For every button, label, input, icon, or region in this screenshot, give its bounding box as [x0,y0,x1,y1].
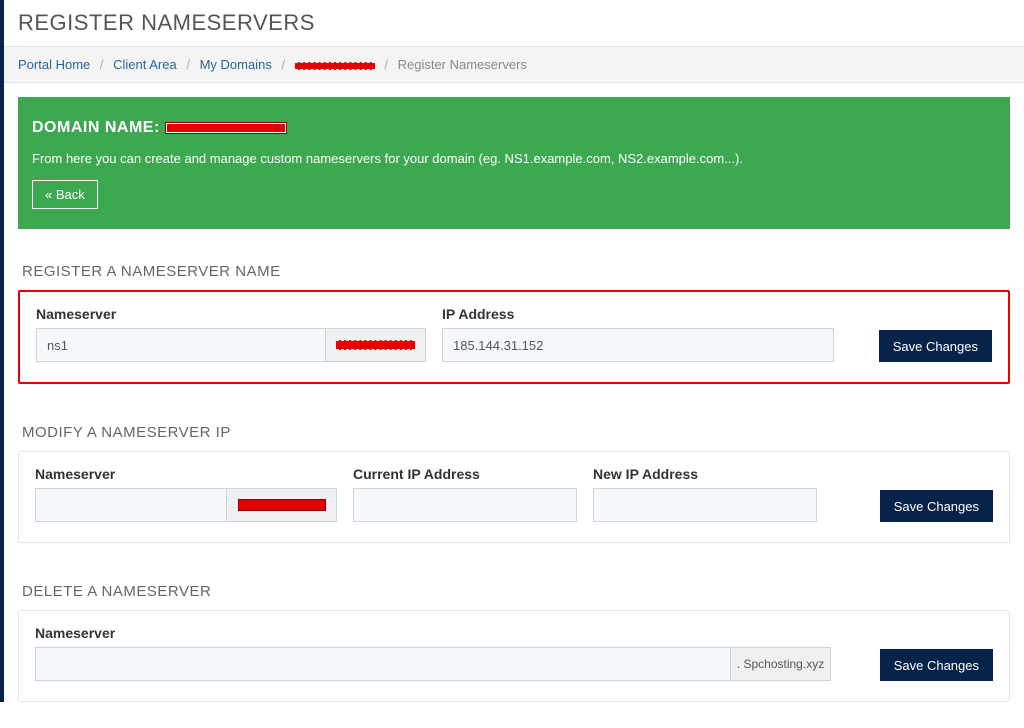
modify-domain-suffix [227,488,337,522]
breadcrumb-my-domains[interactable]: My Domains [200,57,272,72]
register-nameserver-label: Nameserver [36,306,426,322]
delete-nameserver-field: Nameserver . Spchosting.xyz [35,625,864,681]
domain-name-prefix: DOMAIN NAME: [32,119,165,136]
modify-nameserver-field: Nameserver [35,466,337,522]
register-ip-field: IP Address [442,306,834,362]
register-heading: REGISTER A NAMESERVER NAME [4,249,1024,290]
modify-save-button[interactable]: Save Changes [880,490,993,522]
modify-new-ip-field: New IP Address [593,466,817,522]
register-nameserver-input[interactable] [36,328,326,362]
redacted-domain-icon [165,122,287,134]
page-title: REGISTER NAMESERVERS [4,0,1024,46]
register-ip-label: IP Address [442,306,834,322]
breadcrumb-sep: / [281,57,285,72]
delete-panel: Nameserver . Spchosting.xyz Save Changes [18,610,1010,702]
back-button[interactable]: « Back [32,180,98,209]
register-ip-input[interactable] [442,328,834,362]
register-domain-suffix [326,328,426,362]
modify-new-ip-label: New IP Address [593,466,817,482]
register-save-button[interactable]: Save Changes [879,330,992,362]
register-panel: Nameserver IP Address Save Changes [18,290,1010,384]
breadcrumb-client-area[interactable]: Client Area [113,57,177,72]
breadcrumb: Portal Home / Client Area / My Domains /… [4,46,1024,83]
modify-current-ip-label: Current IP Address [353,466,577,482]
modify-nameserver-label: Nameserver [35,466,337,482]
redacted-suffix-icon [238,499,326,511]
modify-nameserver-input[interactable] [35,488,227,522]
breadcrumb-sep: / [384,57,388,72]
breadcrumb-sep: / [100,57,104,72]
redacted-suffix-icon [336,340,415,350]
delete-nameserver-input[interactable] [35,647,731,681]
breadcrumb-current: Register Nameservers [398,57,527,72]
redacted-domain-icon [295,62,375,70]
modify-panel: Nameserver Current IP Address New IP Add… [18,451,1010,543]
domain-name-heading: DOMAIN NAME: [32,119,990,137]
breadcrumb-sep: / [186,57,190,72]
domain-banner: DOMAIN NAME: From here you can create an… [18,97,1010,229]
delete-save-button[interactable]: Save Changes [880,649,993,681]
delete-domain-suffix: . Spchosting.xyz [731,647,831,681]
breadcrumb-domain-redacted[interactable] [295,57,375,72]
modify-new-ip-input[interactable] [593,488,817,522]
delete-nameserver-label: Nameserver [35,625,864,641]
modify-current-ip-input[interactable] [353,488,577,522]
breadcrumb-portal-home[interactable]: Portal Home [18,57,90,72]
banner-description: From here you can create and manage cust… [32,151,990,166]
modify-heading: MODIFY A NAMESERVER IP [4,410,1024,451]
register-nameserver-field: Nameserver [36,306,426,362]
delete-heading: DELETE A NAMESERVER [4,569,1024,610]
modify-current-ip-field: Current IP Address [353,466,577,522]
